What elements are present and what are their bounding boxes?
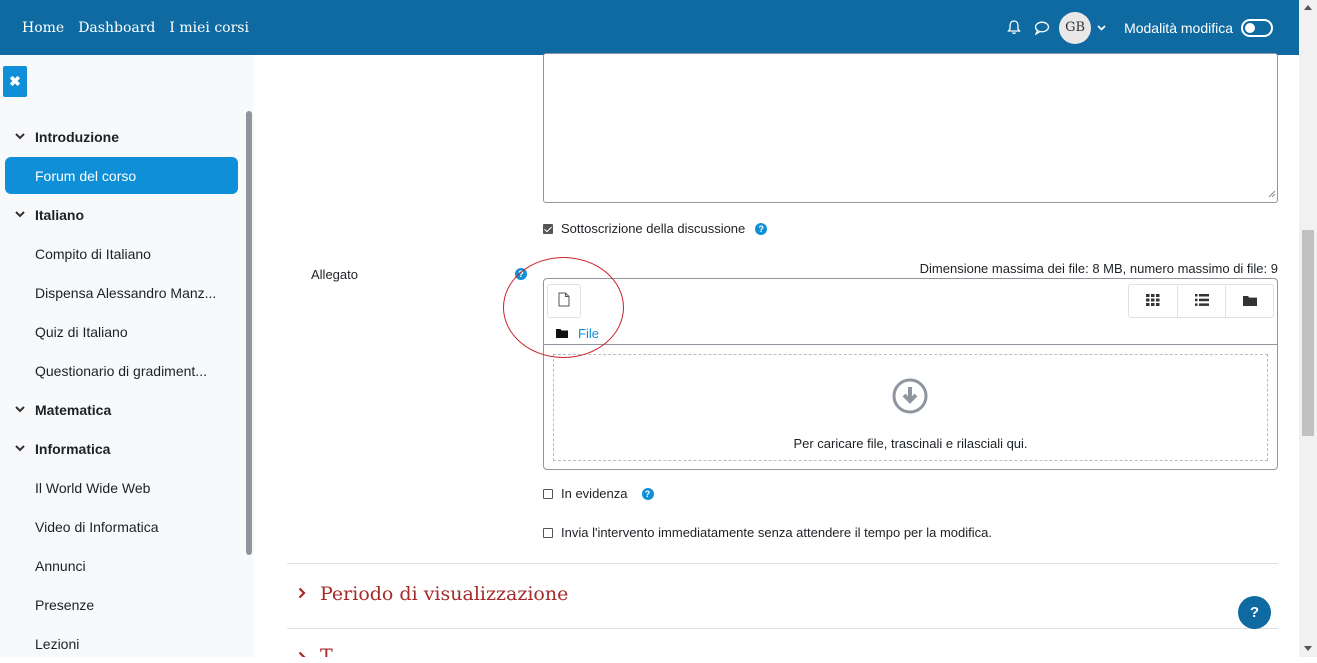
nav-my-courses-link[interactable]: I miei corsi <box>169 20 249 36</box>
view-icons-button[interactable] <box>1129 285 1177 317</box>
pinned-label: In evidenza <box>561 486 628 501</box>
course-item-forum-del-corso[interactable]: Forum del corso <box>5 157 238 194</box>
section-divider <box>287 628 1278 629</box>
view-mode-buttons <box>1128 284 1274 318</box>
chevron-right-icon[interactable] <box>298 587 306 602</box>
help-icon[interactable]: ? <box>755 222 768 235</box>
resize-handle-icon[interactable] <box>1267 186 1276 201</box>
section-title: Periodo di visualizzazione <box>320 583 569 605</box>
course-item-quiz-italiano[interactable]: Quiz di Italiano <box>5 312 238 351</box>
course-item-world-wide-web[interactable]: Il World Wide Web <box>5 468 238 507</box>
view-tree-button[interactable] <box>1225 285 1273 317</box>
subscribe-checkbox[interactable] <box>543 223 553 234</box>
pinned-row: In evidenza ? <box>543 486 654 501</box>
file-picker-toolbar: File <box>544 279 1277 345</box>
pinned-checkbox[interactable] <box>543 488 553 499</box>
user-navigation: GB Modalità modifica <box>1003 0 1273 55</box>
edit-mode-toggle[interactable] <box>1241 18 1273 37</box>
section-divider <box>287 563 1278 564</box>
messages-icon[interactable] <box>1031 17 1053 39</box>
list-icon <box>1194 293 1209 309</box>
section-introduzione[interactable]: Introduzione <box>5 117 238 156</box>
chevron-down-icon[interactable] <box>5 211 35 218</box>
page-scrollbar-thumb[interactable] <box>1302 230 1314 436</box>
main-content: Sottoscrizione della discussione ? Alleg… <box>254 53 1299 657</box>
file-picker: File Per caricare file, trascinali e ril… <box>543 278 1278 470</box>
chevron-down-icon[interactable] <box>5 133 35 140</box>
toggle-knob <box>1245 22 1255 33</box>
next-section-header[interactable]: T <box>298 645 333 657</box>
course-item-presenze[interactable]: Presenze <box>5 585 238 624</box>
chevron-down-icon[interactable] <box>5 445 35 452</box>
primary-navigation: Home Dashboard I miei corsi <box>22 0 249 55</box>
course-item-video-informatica[interactable]: Video di Informatica <box>5 507 238 546</box>
section-title: Matematica <box>35 401 112 418</box>
help-icon[interactable]: ? <box>641 487 654 500</box>
course-item-lezioni[interactable]: Lezioni <box>5 624 238 663</box>
file-drop-zone[interactable]: Per caricare file, trascinali e rilascia… <box>553 354 1268 461</box>
immediate-checkbox[interactable] <box>543 527 553 538</box>
chevron-down-icon[interactable] <box>5 406 35 413</box>
subscribe-row: Sottoscrizione della discussione ? <box>543 221 768 236</box>
user-avatar[interactable]: GB <box>1059 11 1092 44</box>
message-textarea[interactable] <box>543 53 1278 203</box>
course-item-compito-italiano[interactable]: Compito di Italiano <box>5 234 238 273</box>
top-navbar: Home Dashboard I miei corsi GB Modalità … <box>0 0 1299 55</box>
course-index: Introduzione Forum del corso Italiano Co… <box>5 117 238 663</box>
chevron-down-icon[interactable] <box>1097 24 1106 31</box>
immediate-row: Invia l'intervento immediatamente senza … <box>543 525 992 540</box>
section-title: T <box>320 645 333 657</box>
times-icon: ✖ <box>9 73 21 89</box>
attachment-label: Allegato <box>311 267 358 282</box>
course-index-drawer: ✖ Introduzione Forum del corso Italiano … <box>0 55 254 657</box>
edit-mode-label: Modalità modifica <box>1124 19 1233 36</box>
close-drawer-button[interactable]: ✖ <box>3 66 27 97</box>
chevron-right-icon[interactable] <box>298 651 306 657</box>
bell-icon[interactable] <box>1003 17 1025 39</box>
scroll-down-arrow-icon[interactable] <box>1304 646 1312 651</box>
folder-icon <box>1242 294 1257 309</box>
question-icon: ? <box>1249 604 1260 621</box>
course-item-dispensa-manzoni[interactable]: Dispensa Alessandro Manz... <box>5 273 238 312</box>
section-title: Introduzione <box>35 128 119 145</box>
section-display-period-header[interactable]: Periodo di visualizzazione <box>298 583 568 605</box>
grid-icon <box>1146 293 1160 309</box>
nav-dashboard-link[interactable]: Dashboard <box>78 20 155 36</box>
download-arrow-icon <box>892 378 928 417</box>
max-file-size-text: Dimensione massima dei file: 8 MB, numer… <box>919 261 1278 276</box>
page-scrollbar[interactable] <box>1299 0 1317 657</box>
subscribe-label: Sottoscrizione della discussione <box>561 221 746 236</box>
view-list-button[interactable] <box>1177 285 1225 317</box>
section-italiano[interactable]: Italiano <box>5 195 238 234</box>
immediate-label: Invia l'intervento immediatamente senza … <box>561 525 992 540</box>
nav-home-link[interactable]: Home <box>22 20 64 36</box>
section-informatica[interactable]: Informatica <box>5 429 238 468</box>
section-title: Italiano <box>35 206 85 223</box>
section-matematica[interactable]: Matematica <box>5 390 238 429</box>
scroll-up-arrow-icon[interactable] <box>1304 5 1312 10</box>
course-item-questionario[interactable]: Questionario di gradiment... <box>5 351 238 390</box>
section-title: Informatica <box>35 440 111 457</box>
course-item-annunci[interactable]: Annunci <box>5 546 238 585</box>
help-button[interactable]: ? <box>1238 596 1271 629</box>
annotation-ellipse <box>503 257 624 358</box>
drawer-scrollbar[interactable] <box>246 111 252 555</box>
drop-zone-text: Per caricare file, trascinali e rilascia… <box>793 436 1028 451</box>
